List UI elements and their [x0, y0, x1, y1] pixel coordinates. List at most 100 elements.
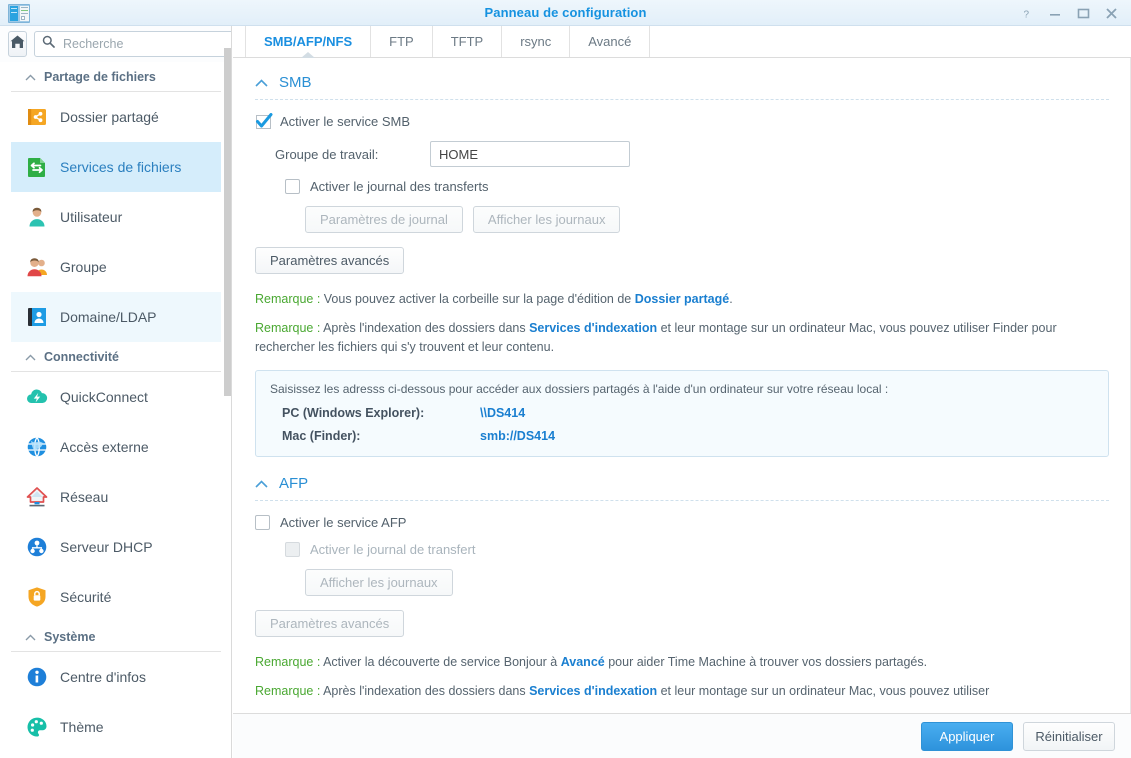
chevron-up-icon: [255, 476, 268, 491]
domain-ldap-icon: [25, 305, 49, 329]
afp-enable-checkbox[interactable]: [255, 515, 270, 531]
section-header-smb[interactable]: SMB: [255, 74, 1109, 99]
smb-transfer-log-label: Activer le journal des transferts: [310, 179, 489, 194]
minimize-icon[interactable]: [1041, 0, 1069, 26]
sidebar-item-label: Dossier partagé: [60, 109, 159, 125]
user-icon: [25, 205, 49, 229]
smb-workgroup-label: Groupe de travail:: [275, 146, 379, 162]
sidebar-item-label: Accès externe: [60, 439, 149, 455]
info-center-icon: [25, 665, 49, 689]
infobox-key: PC (Windows Explorer):: [282, 406, 425, 421]
sidebar-toolbar: [0, 26, 231, 62]
smb-note-2: Remarque : Après l'indexation des dossie…: [255, 319, 1109, 357]
sidebar-scroll-area: Partage de fichiers Dossier partagé Serv…: [0, 62, 231, 758]
sidebar-item-label: Domaine/LDAP: [60, 309, 157, 325]
note-link-avance[interactable]: Avancé: [561, 655, 605, 669]
smb-advanced-row: Paramètres avancés: [255, 247, 1109, 274]
tab-smb-afp-nfs[interactable]: SMB/AFP/NFS: [245, 26, 370, 57]
sidebar-item-services-de-fichiers[interactable]: Services de fichiers: [11, 142, 221, 192]
sidebar-item-reseau[interactable]: Réseau: [11, 472, 221, 522]
sidebar-group-connectivite[interactable]: Connectivité: [11, 342, 221, 372]
afp-transfer-log-row: Activer le journal de transfert: [285, 542, 1109, 558]
infobox-row-pc: PC (Windows Explorer): \\DS414: [270, 406, 1094, 420]
sidebar-item-label: Serveur DHCP: [60, 539, 153, 555]
home-button[interactable]: [8, 31, 27, 57]
home-icon: [9, 34, 26, 55]
chevron-up-icon: [25, 70, 36, 84]
infobox-title: Saisissez les adresss ci-dessous pour ac…: [270, 382, 889, 397]
search-input[interactable]: [61, 36, 226, 52]
close-icon[interactable]: [1097, 0, 1125, 26]
smb-address-infobox: Saisissez les adresss ci-dessous pour ac…: [255, 370, 1109, 458]
chevron-up-icon: [25, 350, 36, 364]
sidebar-item-dossier-partage[interactable]: Dossier partagé: [11, 92, 221, 142]
section-header-afp[interactable]: AFP: [255, 475, 1109, 500]
main-panel: SMB/AFP/NFS FTP TFTP rsync Avancé SMB Ac…: [233, 26, 1131, 758]
apply-button[interactable]: Appliquer: [921, 721, 1013, 751]
afp-log-buttons: Afficher les journaux: [305, 569, 1109, 597]
afp-view-logs-button[interactable]: Afficher les journaux: [305, 569, 453, 597]
infobox-key: Mac (Finder):: [282, 429, 361, 444]
sidebar-item-label: Réseau: [60, 489, 109, 505]
tab-label: TFTP: [450, 34, 484, 49]
help-icon[interactable]: ?: [1013, 0, 1041, 26]
reset-button[interactable]: Réinitialiser: [1023, 721, 1115, 751]
infobox-value-pc[interactable]: \\DS414: [480, 406, 525, 420]
window-titlebar: Panneau de configuration ?: [0, 0, 1131, 26]
tab-tftp[interactable]: TFTP: [431, 26, 502, 57]
tab-ftp[interactable]: FTP: [370, 26, 432, 57]
sidebar-group-label: Connectivité: [44, 349, 120, 364]
footer-bar: Appliquer Réinitialiser: [233, 714, 1131, 758]
smb-enable-checkbox[interactable]: [255, 113, 273, 129]
note-text: Vous pouvez activer la corbeille sur la …: [320, 292, 635, 306]
sidebar-item-utilisateur[interactable]: Utilisateur: [11, 192, 221, 242]
sidebar-group-systeme[interactable]: Système: [11, 622, 221, 652]
note-link-services-indexation[interactable]: Services d'indexation: [529, 321, 657, 335]
tab-avance[interactable]: Avancé: [569, 26, 651, 57]
settings-content: SMB Activer le service SMB Groupe de tra…: [233, 58, 1131, 714]
network-icon: [25, 485, 49, 509]
sidebar-item-label: Centre d'infos: [60, 669, 146, 685]
sidebar-item-domaine-ldap[interactable]: Domaine/LDAP: [11, 292, 221, 342]
sidebar-item-theme[interactable]: Thème: [11, 702, 221, 752]
smb-view-logs-button[interactable]: Afficher les journaux: [472, 206, 621, 233]
infobox-value-mac[interactable]: smb://DS414: [480, 429, 555, 443]
note-lead: Remarque :: [255, 684, 321, 698]
section-divider: [255, 500, 1109, 502]
smb-advanced-settings-button[interactable]: Paramètres avancés: [255, 247, 405, 274]
smb-note-1: Remarque : Vous pouvez activer la corbei…: [255, 290, 1109, 309]
smb-transfer-log-checkbox[interactable]: [285, 179, 300, 194]
sidebar-item-securite[interactable]: Sécurité: [11, 572, 221, 622]
shared-folder-icon: [25, 105, 49, 129]
search-icon: [42, 35, 55, 53]
sidebar-item-acces-externe[interactable]: Accès externe: [11, 422, 221, 472]
sidebar-item-quickconnect[interactable]: QuickConnect: [11, 372, 221, 422]
tab-rsync[interactable]: rsync: [501, 26, 569, 57]
sidebar-item-label: Services de fichiers: [60, 159, 182, 175]
search-box[interactable]: [34, 31, 231, 57]
maximize-icon[interactable]: [1069, 0, 1097, 26]
external-access-icon: [25, 435, 49, 459]
group-icon: [25, 255, 49, 279]
sidebar-item-groupe[interactable]: Groupe: [11, 242, 221, 292]
smb-log-settings-button[interactable]: Paramètres de journal: [305, 206, 463, 233]
note-link-dossier-partage[interactable]: Dossier partagé: [635, 292, 729, 306]
note-text-end: .: [729, 292, 733, 306]
smb-workgroup-input[interactable]: [430, 141, 630, 167]
note-link-services-indexation[interactable]: Services d'indexation: [529, 684, 657, 698]
section-divider: [255, 99, 1109, 100]
sidebar-item-label: QuickConnect: [60, 389, 148, 405]
tab-label: SMB/AFP/NFS: [264, 34, 353, 49]
afp-advanced-settings-button[interactable]: Paramètres avancés: [255, 610, 405, 638]
sidebar-item-centre-dinfos[interactable]: Centre d'infos: [11, 652, 221, 702]
sidebar-scrollbar-thumb[interactable]: [224, 48, 231, 396]
afp-enable-label: Activer le service AFP: [280, 515, 407, 531]
afp-transfer-log-checkbox[interactable]: [285, 542, 300, 558]
smb-enable-label: Activer le service SMB: [280, 114, 411, 129]
sidebar-item-serveur-dhcp[interactable]: Serveur DHCP: [11, 522, 221, 572]
afp-enable-row: Activer le service AFP: [255, 515, 1109, 531]
smb-workgroup-row: Groupe de travail:: [275, 141, 1109, 167]
sidebar-group-partage-de-fichiers[interactable]: Partage de fichiers: [11, 62, 221, 92]
note-text: Activer la découverte de service Bonjour…: [320, 655, 561, 670]
afp-advanced-row: Paramètres avancés: [255, 610, 1109, 638]
